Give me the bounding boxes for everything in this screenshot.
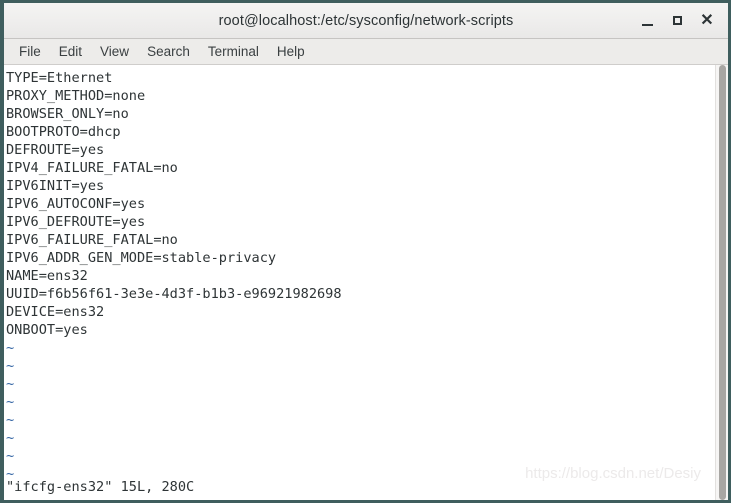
terminal-line: BOOTPROTO=dhcp (6, 124, 121, 140)
menu-item-search[interactable]: Search (138, 42, 199, 61)
terminal-line: BROWSER_ONLY=no (6, 106, 129, 122)
terminal-line: NAME=ens32 (6, 268, 88, 284)
terminal-line: TYPE=Ethernet (6, 70, 113, 86)
terminal-line: UUID=f6b56f61-3e3e-4d3f-b1b3-e9692198269… (6, 286, 342, 302)
vim-empty-line-marker: ~ (6, 448, 15, 464)
menu-item-terminal[interactable]: Terminal (199, 42, 268, 61)
vim-empty-line-marker: ~ (6, 340, 15, 356)
vim-empty-line-marker: ~ (6, 394, 15, 410)
menu-item-view[interactable]: View (91, 42, 138, 61)
terminal-line: IPV6_DEFROUTE=yes (6, 214, 146, 230)
vim-empty-line-marker: ~ (6, 376, 15, 392)
vim-status-line: "ifcfg-ens32" 15L, 280C (6, 479, 195, 495)
terminal-scrollbar[interactable] (715, 65, 728, 500)
maximize-button[interactable] (662, 6, 692, 36)
maximize-icon (672, 16, 682, 25)
terminal-line: PROXY_METHOD=none (6, 88, 146, 104)
menu-item-help[interactable]: Help (268, 42, 314, 61)
menu-item-file[interactable]: File (10, 42, 50, 61)
terminal-line: IPV6_FAILURE_FATAL=no (6, 232, 178, 248)
terminal-line: ONBOOT=yes (6, 322, 88, 338)
terminal-line: IPV6INIT=yes (6, 178, 105, 194)
terminal-line: IPV6_ADDR_GEN_MODE=stable-privacy (6, 250, 277, 266)
minimize-icon (641, 23, 653, 26)
terminal-body: TYPE=Ethernet PROXY_METHOD=none BROWSER_… (4, 65, 728, 500)
vim-empty-line-marker: ~ (6, 430, 15, 446)
close-button[interactable]: ✕ (692, 6, 722, 36)
menu-item-edit[interactable]: Edit (50, 42, 91, 61)
menu-bar: File Edit View Search Terminal Help (4, 39, 728, 65)
terminal-line: IPV4_FAILURE_FATAL=no (6, 160, 178, 176)
terminal-line: DEVICE=ens32 (6, 304, 105, 320)
terminal-line: DEFROUTE=yes (6, 142, 105, 158)
terminal-window: root@localhost:/etc/sysconfig/network-sc… (0, 0, 731, 503)
window-controls: ✕ (632, 3, 722, 38)
title-bar: root@localhost:/etc/sysconfig/network-sc… (4, 3, 728, 39)
close-icon: ✕ (700, 11, 714, 29)
window-title: root@localhost:/etc/sysconfig/network-sc… (218, 12, 514, 29)
minimize-button[interactable] (632, 6, 662, 36)
vim-empty-line-marker: ~ (6, 412, 15, 428)
terminal-line: IPV6_AUTOCONF=yes (6, 196, 146, 212)
vim-empty-line-marker: ~ (6, 358, 15, 374)
scrollbar-thumb[interactable] (719, 65, 726, 500)
terminal-screen[interactable]: TYPE=Ethernet PROXY_METHOD=none BROWSER_… (4, 65, 715, 500)
